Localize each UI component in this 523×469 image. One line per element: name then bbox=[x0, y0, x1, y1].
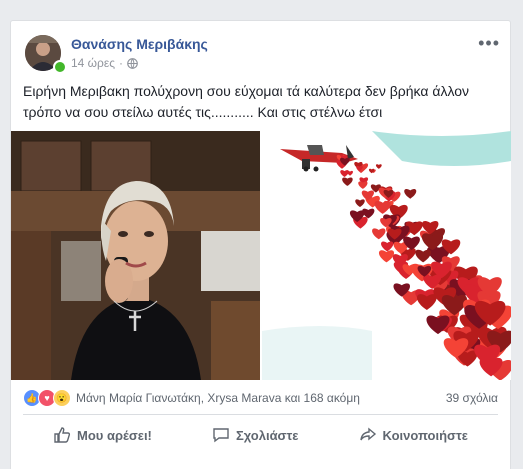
like-button[interactable]: Μου αρέσει! bbox=[53, 426, 152, 444]
post-card: Θανάσης Μεριβάκης 14 ώρες · ••• Ειρήνη Μ… bbox=[10, 20, 511, 469]
action-bar: Μου αρέσει! Σχολιάστε Κοινοποιήστε bbox=[23, 419, 498, 451]
reactors-text[interactable]: Μάνη Μαρία Γιανωτάκη, Xrysa Marava και 1… bbox=[76, 391, 360, 405]
like-button-label: Μου αρέσει! bbox=[77, 427, 152, 443]
post-photo-plane-hearts[interactable] bbox=[262, 131, 511, 380]
post-text: Ειρήνη Μεριβακη πολύχρονη σου εύχομαι τά… bbox=[23, 83, 470, 120]
reactions-bar: 👍 ♥ 😮 Μάνη Μαρία Γιανωτάκη, Xrysa Marava… bbox=[23, 386, 498, 410]
comment-icon bbox=[213, 428, 229, 443]
share-button-label: Κοινοποιήστε bbox=[382, 427, 468, 443]
comment-button[interactable]: Σχολιάστε bbox=[212, 426, 298, 444]
more-icon[interactable]: ••• bbox=[478, 33, 500, 54]
comments-count[interactable]: 39 σχόλια bbox=[446, 391, 498, 405]
divider bbox=[23, 414, 498, 415]
globe-icon bbox=[127, 57, 138, 69]
post-meta: 14 ώρες · bbox=[71, 56, 138, 70]
comment-button-label: Σχολιάστε bbox=[235, 427, 299, 443]
online-status-dot bbox=[53, 60, 67, 74]
thumbs-up-icon bbox=[54, 427, 71, 443]
wow-reaction-icon[interactable]: 😮 bbox=[53, 389, 71, 407]
post-author[interactable]: Θανάσης Μεριβάκης bbox=[71, 36, 208, 52]
post-time[interactable]: 14 ώρες bbox=[71, 56, 115, 70]
share-button[interactable]: Κοινοποιήστε bbox=[359, 426, 468, 444]
post-photo-woman[interactable] bbox=[11, 131, 260, 380]
share-icon bbox=[359, 427, 376, 441]
